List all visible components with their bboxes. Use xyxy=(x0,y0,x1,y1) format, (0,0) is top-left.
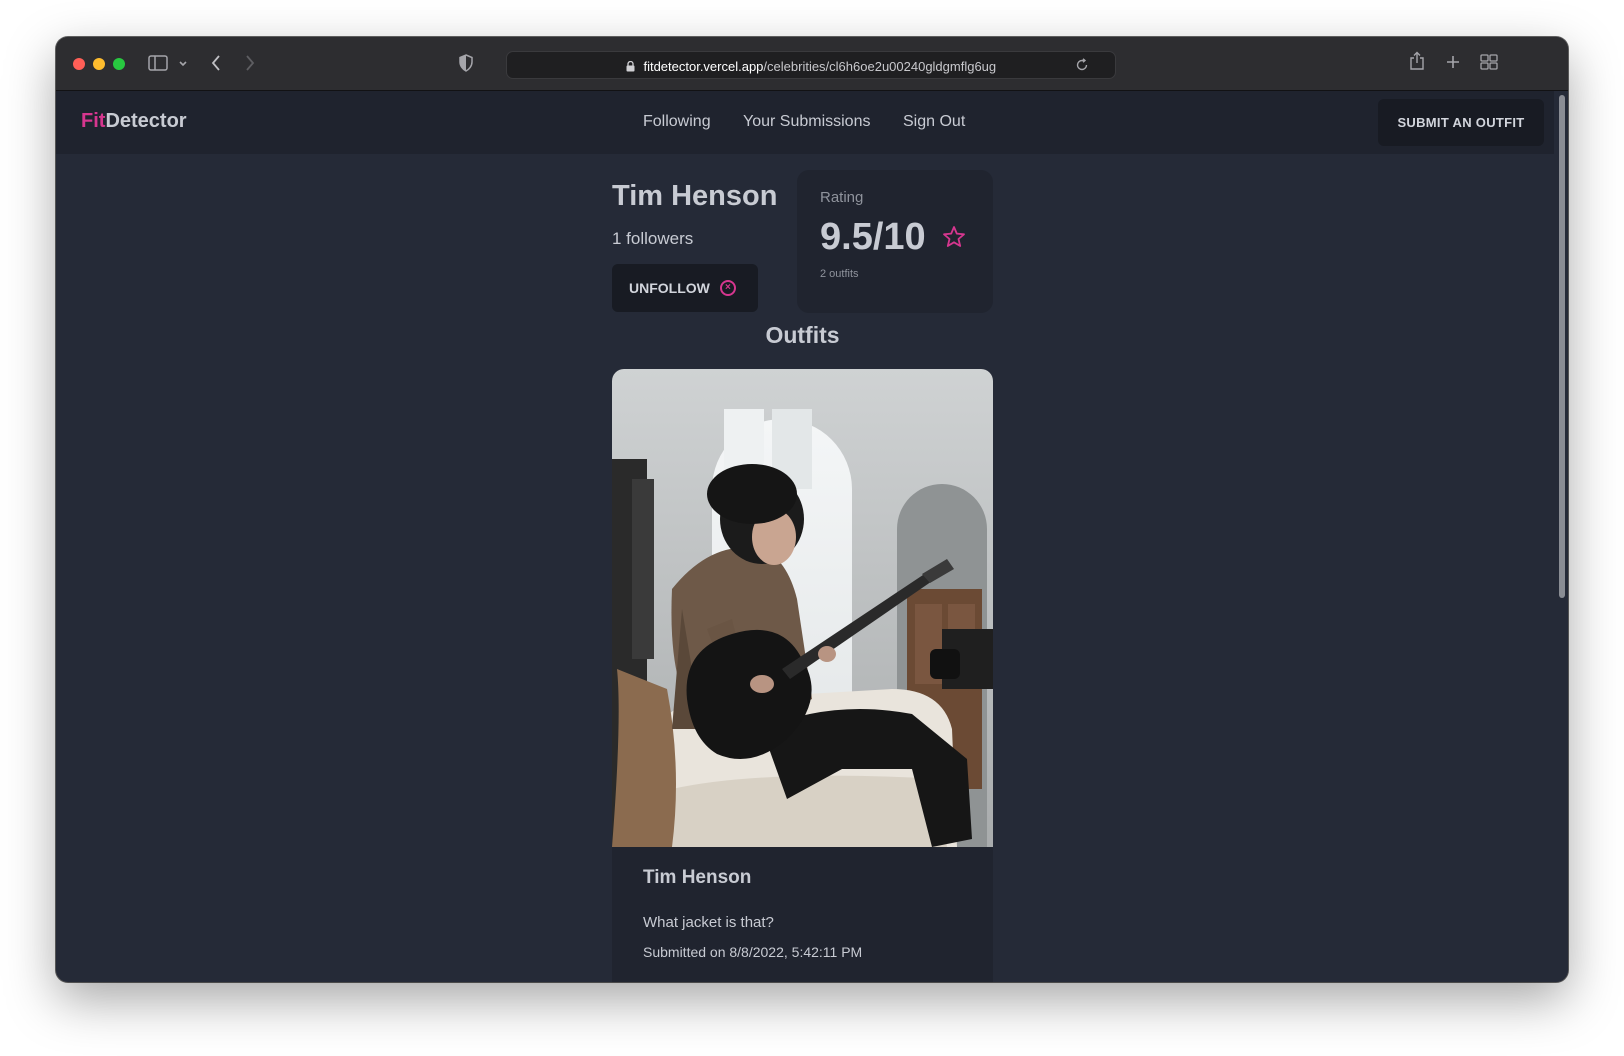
close-circle-icon: × xyxy=(719,280,736,296)
rating-label: Rating xyxy=(820,189,864,206)
nav-link-sign-out[interactable]: Sign Out xyxy=(903,113,965,131)
url-path: /celebrities/cl6h6oe2u00240gldgmflg6ug xyxy=(763,59,997,74)
new-tab-plus-icon[interactable] xyxy=(1445,54,1461,74)
tab-overview-icon[interactable] xyxy=(1480,54,1498,74)
outfit-celebrity-name: Tim Henson xyxy=(643,867,752,888)
url-domain: fitdetector.vercel.app xyxy=(643,59,764,74)
shield-icon[interactable] xyxy=(458,54,474,76)
rating-value: 9.5/10 xyxy=(820,216,926,258)
outfit-photo[interactable] xyxy=(612,369,993,847)
browser-toolbar: fitdetector.vercel.app/celebrities/cl6h6… xyxy=(56,37,1568,91)
outfit-card[interactable]: Tim Henson What jacket is that? Submitte… xyxy=(612,369,993,982)
fitdetector-logo[interactable]: FitDetector xyxy=(81,110,187,133)
rating-card: Rating 9.5/10 2 outfits xyxy=(797,170,993,313)
follower-count: 1 followers xyxy=(612,229,694,248)
outfit-caption: What jacket is that? xyxy=(643,914,774,931)
app-navbar: FitDetector Following Your Submissions S… xyxy=(56,91,1554,154)
address-bar[interactable]: fitdetector.vercel.app/celebrities/cl6h6… xyxy=(506,51,1116,79)
share-icon[interactable] xyxy=(1409,51,1425,75)
lock-icon xyxy=(626,59,644,74)
nav-link-your-submissions[interactable]: Your Submissions xyxy=(743,113,870,131)
sidebar-toggle-icon[interactable] xyxy=(148,55,168,75)
scrollbar-thumb[interactable] xyxy=(1559,95,1565,598)
browser-window: fitdetector.vercel.app/celebrities/cl6h6… xyxy=(56,37,1568,982)
nav-link-following[interactable]: Following xyxy=(643,113,711,131)
zoom-window-button[interactable] xyxy=(113,58,125,70)
chevron-down-icon[interactable] xyxy=(178,57,188,73)
celebrity-name: Tim Henson xyxy=(612,180,778,212)
logo-accent: Fit xyxy=(81,110,106,132)
forward-arrow-icon[interactable] xyxy=(244,54,256,76)
minimize-window-button[interactable] xyxy=(93,58,105,70)
unfollow-label: UNFOLLOW xyxy=(629,280,710,296)
outfits-heading: Outfits xyxy=(765,322,840,348)
star-icon xyxy=(942,225,966,249)
logo-rest: Detector xyxy=(105,110,187,132)
submit-outfit-button[interactable]: SUBMIT AN OUTFIT xyxy=(1378,99,1544,146)
outfit-submitted-date: Submitted on 8/8/2022, 5:42:11 PM xyxy=(643,944,863,960)
reload-icon[interactable] xyxy=(1075,58,1089,76)
back-arrow-icon[interactable] xyxy=(210,54,222,76)
close-window-button[interactable] xyxy=(73,58,85,70)
rating-outfit-count: 2 outfits xyxy=(820,268,859,280)
unfollow-button[interactable]: UNFOLLOW × xyxy=(612,264,758,312)
url-text: fitdetector.vercel.app/celebrities/cl6h6… xyxy=(507,59,1115,74)
